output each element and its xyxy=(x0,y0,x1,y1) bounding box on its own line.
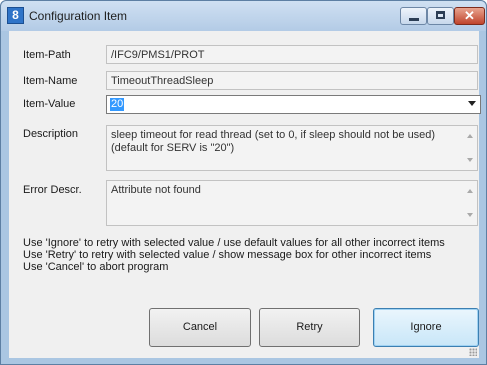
description-text: sleep timeout for read thread (set to 0,… xyxy=(111,129,436,154)
instructions: Use 'Ignore' to retry with selected valu… xyxy=(23,237,445,273)
configuration-item-window: 8 Configuration Item ✕ Item-Path /IFC9/P… xyxy=(0,0,487,365)
description-label: Description xyxy=(23,128,79,140)
description-textarea[interactable]: sleep timeout for read thread (set to 0,… xyxy=(106,125,478,171)
window-title: Configuration Item xyxy=(29,9,128,23)
item-name-field: TimeoutThreadSleep xyxy=(106,71,478,90)
item-name-label: Item-Name xyxy=(23,75,78,87)
item-value-label: Item-Value xyxy=(23,98,76,110)
scroll-down-icon[interactable] xyxy=(467,158,473,162)
hint-ignore: Use 'Ignore' to retry with selected valu… xyxy=(23,237,445,249)
error-descr-textarea[interactable]: Attribute not found xyxy=(106,180,478,226)
scroll-up-icon[interactable] xyxy=(467,134,473,138)
hint-retry: Use 'Retry' to retry with selected value… xyxy=(23,249,432,261)
chevron-down-icon[interactable] xyxy=(468,101,476,106)
minimize-icon xyxy=(409,18,419,21)
close-icon: ✕ xyxy=(464,8,475,23)
scroll-up-icon[interactable] xyxy=(467,189,473,193)
item-path-label: Item-Path xyxy=(23,49,71,61)
minimize-button[interactable] xyxy=(400,7,427,25)
error-descr-label: Error Descr. xyxy=(23,184,82,196)
maximize-icon xyxy=(436,11,445,19)
retry-button[interactable]: Retry xyxy=(259,308,360,347)
error-descr-text: Attribute not found xyxy=(111,184,201,196)
app-logo-icon: 8 xyxy=(7,7,24,24)
ignore-button[interactable]: Ignore xyxy=(373,308,479,347)
title-bar[interactable]: 8 Configuration Item ✕ xyxy=(1,1,486,31)
maximize-button[interactable] xyxy=(427,7,454,25)
resize-grip-icon[interactable] xyxy=(469,348,477,356)
cancel-button[interactable]: Cancel xyxy=(149,308,251,347)
dialog-body: Item-Path /IFC9/PMS1/PROT Item-Name Time… xyxy=(9,31,481,358)
item-value-selected-text[interactable]: 20 xyxy=(110,98,125,111)
item-value-combobox[interactable]: 20 xyxy=(106,95,481,114)
hint-cancel: Use 'Cancel' to abort program xyxy=(23,261,169,273)
item-path-field: /IFC9/PMS1/PROT xyxy=(106,45,478,64)
scroll-down-icon[interactable] xyxy=(467,213,473,217)
close-button[interactable]: ✕ xyxy=(454,7,485,25)
